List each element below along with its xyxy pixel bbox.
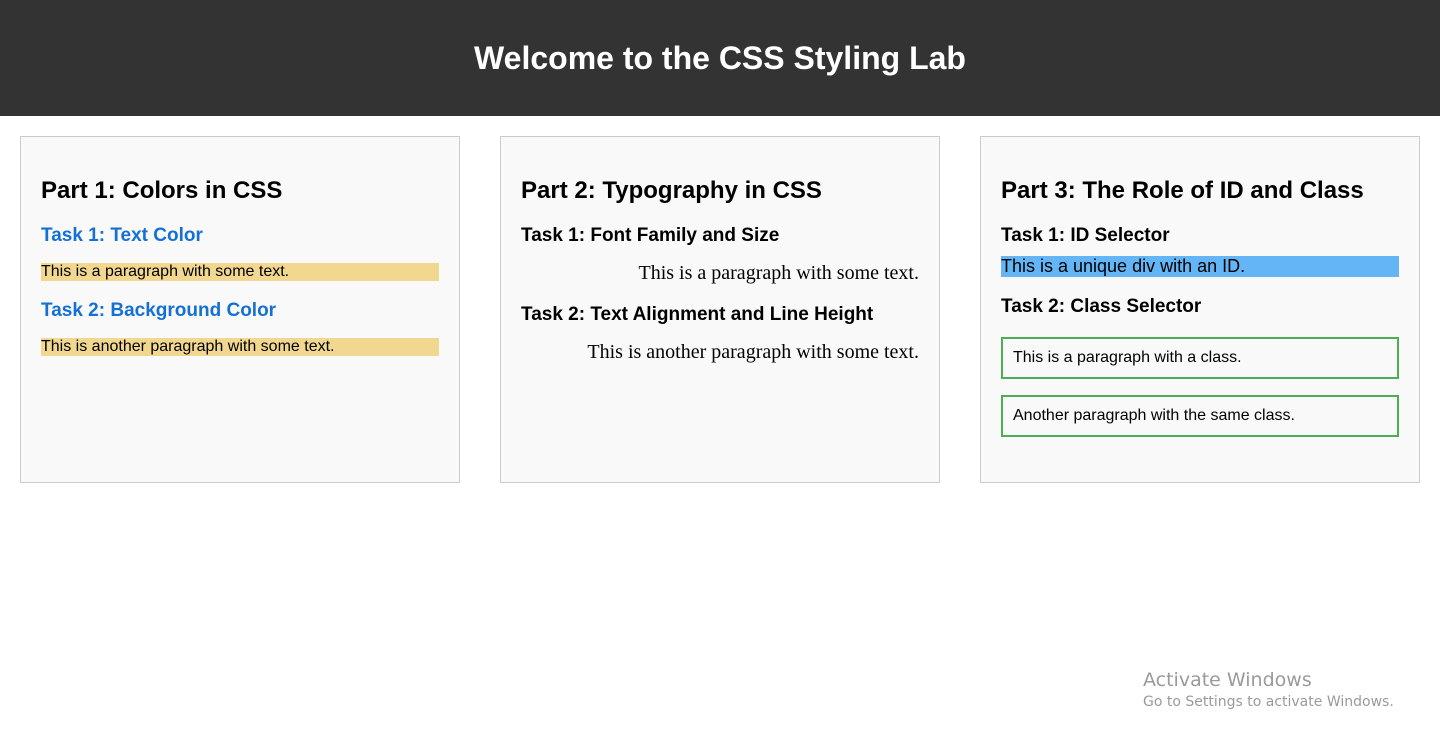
class-paragraph: This is a paragraph with a class. <box>1001 337 1399 379</box>
task-heading: Task 1: ID Selector <box>1001 225 1170 246</box>
watermark-subtitle: Go to Settings to activate Windows. <box>1143 694 1394 710</box>
section-card-colors: Part 1: Colors in CSS Task 1: Text Color… <box>20 136 460 483</box>
watermark-title: Activate Windows <box>1143 669 1312 691</box>
task-heading: Task 1: Font Family and Size <box>521 225 780 246</box>
section-title: Part 2: Typography in CSS <box>521 177 822 204</box>
section-card-id-class: Part 3: The Role of ID and Class Task 1:… <box>980 136 1420 483</box>
section-title: Part 1: Colors in CSS <box>41 177 283 204</box>
card-content: Part 2: Typography in CSS Task 1: Font F… <box>501 137 939 366</box>
section-card-typography: Part 2: Typography in CSS Task 1: Font F… <box>500 136 940 483</box>
highlighted-paragraph: This is a paragraph with some text. <box>41 263 439 281</box>
section-title: Part 3: The Role of ID and Class <box>1001 177 1364 204</box>
class-paragraph: Another paragraph with the same class. <box>1001 395 1399 437</box>
task-heading: Task 1: Text Color <box>41 225 203 246</box>
serif-paragraph: This is a paragraph with some text. <box>638 262 920 284</box>
windows-activation-watermark: Activate Windows Go to Settings to activ… <box>1143 668 1394 712</box>
task-heading: Task 2: Background Color <box>41 300 277 321</box>
task-heading: Task 2: Class Selector <box>1001 296 1202 317</box>
card-content: Part 1: Colors in CSS Task 1: Text Color… <box>21 137 459 356</box>
page-title: Welcome to the CSS Styling Lab <box>474 39 966 76</box>
unique-id-div: This is a unique div with an ID. <box>1001 256 1399 277</box>
task-heading: Task 2: Text Alignment and Line Height <box>521 304 874 325</box>
card-content: Part 3: The Role of ID and Class Task 1:… <box>981 137 1419 437</box>
page-header: Welcome to the CSS Styling Lab <box>0 0 1440 116</box>
serif-paragraph: This is another paragraph with some text… <box>587 341 919 363</box>
highlighted-paragraph: This is another paragraph with some text… <box>41 338 439 356</box>
